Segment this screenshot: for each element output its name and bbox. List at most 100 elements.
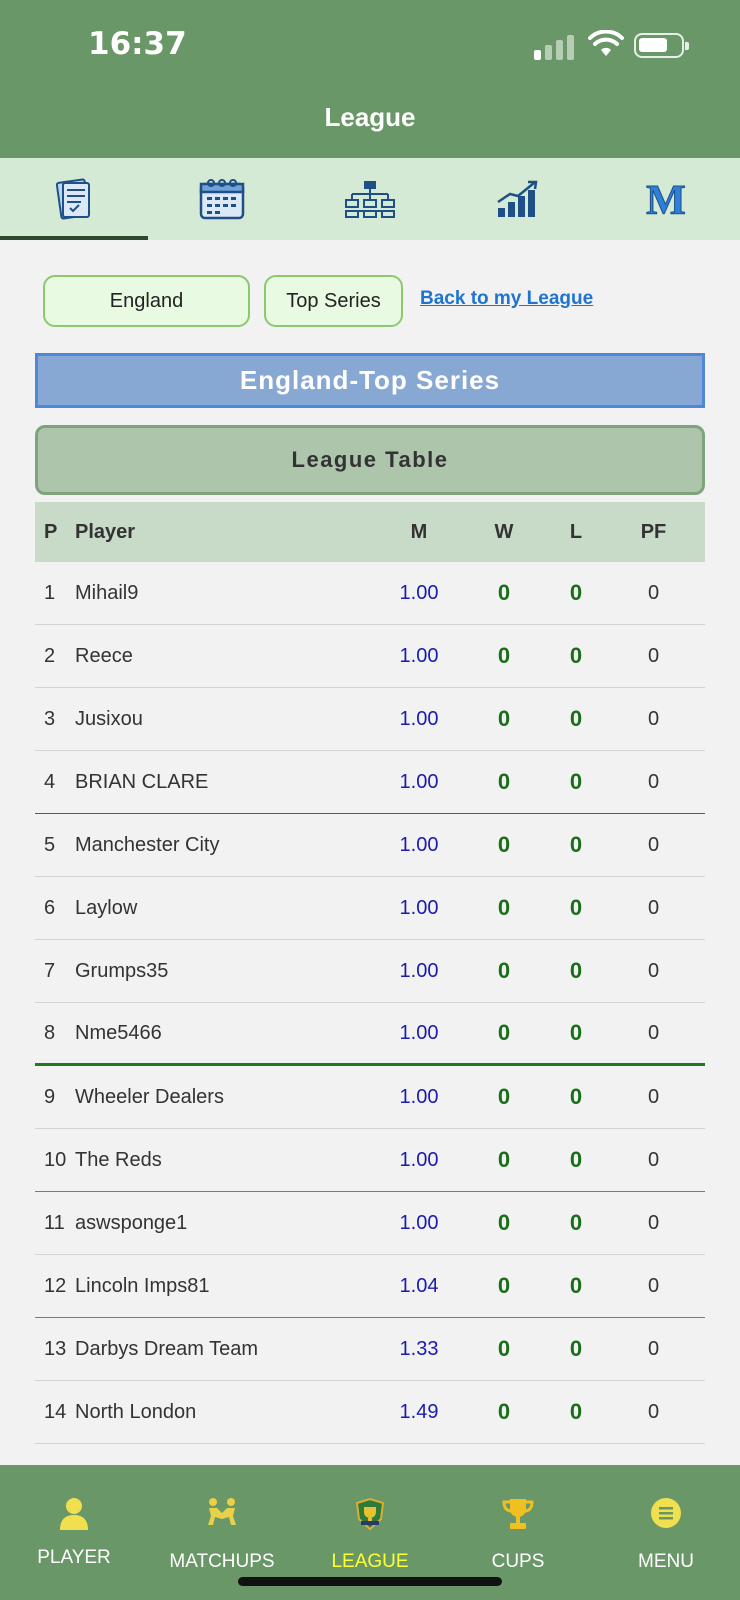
- cell-m: 1.49: [399, 1400, 439, 1423]
- nav-league-label: LEAGUE: [331, 1551, 409, 1572]
- nav-league[interactable]: LEAGUE: [296, 1465, 444, 1585]
- cell-m: 1.00: [399, 896, 439, 919]
- nav-matchups[interactable]: MATCHUPS: [148, 1465, 296, 1585]
- cell-player-name: Mihail9: [75, 581, 139, 604]
- cell-position: 5: [44, 833, 56, 856]
- tab-bracket[interactable]: [296, 158, 444, 240]
- cell-w: 0: [497, 1399, 511, 1424]
- header-w: W: [494, 520, 514, 543]
- page-title: League: [324, 102, 416, 132]
- cell-position: 6: [44, 896, 56, 919]
- cell-position: 14: [44, 1400, 67, 1423]
- table-row[interactable]: 3 Jusixou 1.00 0 0 0: [35, 688, 705, 751]
- country-select[interactable]: England: [43, 275, 250, 327]
- cell-l: 0: [569, 1210, 583, 1235]
- cell-player-name: Lincoln Imps81: [75, 1274, 210, 1297]
- cell-m: 1.00: [399, 1211, 439, 1234]
- cell-m: 1.00: [399, 1085, 439, 1108]
- cell-player-name: Manchester City: [75, 833, 220, 856]
- cell-position: 12: [44, 1274, 67, 1297]
- battery-icon: [634, 33, 689, 58]
- calendar-icon: [199, 179, 245, 220]
- table-row[interactable]: 11 aswsponge1 1.00 0 0 0: [35, 1192, 705, 1255]
- table-row[interactable]: 4 BRIAN CLARE 1.00 0 0 0: [35, 751, 705, 814]
- cell-position: 9: [44, 1085, 56, 1108]
- nav-player-label: PLAYER: [37, 1547, 111, 1568]
- tab-scorecard[interactable]: [0, 158, 148, 240]
- cell-player-name: The Reds: [75, 1148, 162, 1171]
- cell-m: 1.00: [399, 581, 439, 604]
- league-table-button[interactable]: League Table: [35, 425, 705, 495]
- cell-position: 3: [44, 707, 56, 730]
- cell-l: 0: [569, 1336, 583, 1361]
- cell-w: 0: [497, 706, 511, 731]
- cell-l: 0: [569, 1399, 583, 1424]
- cell-pf: 0: [647, 581, 660, 604]
- cell-l: 0: [569, 580, 583, 605]
- cell-player-name: aswsponge1: [75, 1211, 188, 1234]
- table-row[interactable]: 8 Nme5466 1.00 0 0 0: [35, 1003, 705, 1066]
- table-row[interactable]: 10 The Reds 1.00 0 0 0: [35, 1129, 705, 1192]
- table-row[interactable]: 2 Reece 1.00 0 0 0: [35, 625, 705, 688]
- cell-position: 1: [44, 581, 56, 604]
- header-player: Player: [75, 520, 136, 543]
- table-row[interactable]: 13 Darbys Dream Team 1.33 0 0 0: [35, 1318, 705, 1381]
- nav-player[interactable]: PLAYER: [0, 1465, 148, 1585]
- table-row[interactable]: 6 Laylow 1.00 0 0 0: [35, 877, 705, 940]
- tab-m-logo[interactable]: M: [592, 158, 740, 240]
- division-select[interactable]: Top Series: [264, 275, 403, 327]
- table-row[interactable]: 9 Wheeler Dealers 1.00 0 0 0: [35, 1066, 705, 1129]
- cell-w: 0: [497, 769, 511, 794]
- cell-l: 0: [569, 706, 583, 731]
- cell-pf: 0: [647, 707, 660, 730]
- cell-player-name: Reece: [75, 644, 133, 667]
- table-row[interactable]: 14 North London 1.49 0 0 0: [35, 1381, 705, 1444]
- cell-player-name: North London: [75, 1400, 197, 1423]
- nav-menu[interactable]: MENU: [592, 1465, 740, 1585]
- cell-pf: 0: [647, 959, 660, 982]
- cell-w: 0: [497, 1210, 511, 1235]
- cell-m: 1.33: [399, 1337, 439, 1360]
- cell-position: 11: [44, 1211, 65, 1234]
- cell-w: 0: [497, 958, 511, 983]
- cell-m: 1.00: [399, 1148, 439, 1171]
- cell-l: 0: [569, 1084, 583, 1109]
- cell-w: 0: [497, 1084, 511, 1109]
- cell-position: 13: [44, 1337, 67, 1360]
- cell-l: 0: [569, 832, 583, 857]
- table-row[interactable]: 1 Mihail9 1.00 0 0 0: [35, 562, 705, 625]
- cell-position: 7: [44, 959, 56, 982]
- trophy-icon: [502, 1499, 534, 1529]
- cell-pf: 0: [647, 644, 660, 667]
- cell-l: 0: [569, 895, 583, 920]
- nav-menu-label: MENU: [638, 1551, 694, 1572]
- m-logo-icon: M: [646, 179, 687, 219]
- svg-text:M: M: [646, 179, 686, 219]
- back-to-my-league-link[interactable]: Back to my League: [420, 288, 593, 310]
- scorecard-icon: [55, 178, 91, 220]
- league-title-banner: England-Top Series: [35, 353, 705, 408]
- cell-pf: 0: [647, 1085, 660, 1108]
- table-row[interactable]: 12 Lincoln Imps81 1.04 0 0 0: [35, 1255, 705, 1318]
- cell-m: 1.00: [399, 707, 439, 730]
- cell-pf: 0: [647, 1021, 660, 1044]
- home-indicator: [238, 1577, 502, 1586]
- table-row[interactable]: 7 Grumps35 1.00 0 0 0: [35, 940, 705, 1003]
- cell-player-name: Wheeler Dealers: [75, 1085, 224, 1108]
- tab-stats[interactable]: [444, 158, 592, 240]
- nav-cups[interactable]: CUPS: [444, 1465, 592, 1585]
- cell-pf: 0: [647, 1400, 660, 1423]
- cell-position: 8: [44, 1021, 56, 1044]
- cell-pf: 0: [647, 1274, 660, 1297]
- signal-icon: [534, 34, 578, 60]
- cell-w: 0: [497, 1273, 511, 1298]
- cell-pf: 0: [647, 1211, 660, 1234]
- cell-pf: 0: [647, 833, 660, 856]
- cell-player-name: Jusixou: [75, 707, 143, 730]
- tab-calendar[interactable]: [148, 158, 296, 240]
- wifi-icon: [588, 30, 624, 56]
- table-row[interactable]: 5 Manchester City 1.00 0 0 0: [35, 814, 705, 877]
- cell-m: 1.00: [399, 959, 439, 982]
- cell-l: 0: [569, 1147, 583, 1172]
- cell-m: 1.00: [399, 770, 439, 793]
